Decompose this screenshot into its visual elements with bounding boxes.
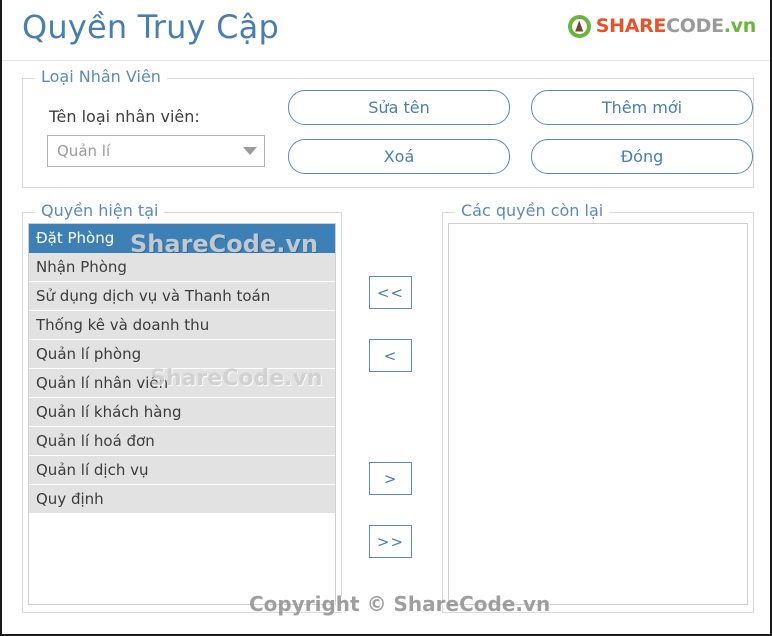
employee-type-combobox[interactable]: Quản lí — [47, 135, 265, 167]
move-all-right-button[interactable]: >> — [369, 525, 412, 558]
employee-type-value: Quản lí — [57, 142, 111, 160]
add-new-button[interactable]: Thêm mới — [531, 90, 753, 125]
edit-name-button[interactable]: Sửa tên — [288, 90, 510, 125]
list-item[interactable]: Quản lí khách hàng — [29, 398, 335, 427]
current-permissions-legend: Quyền hiện tại — [35, 201, 165, 220]
list-item[interactable]: Đặt Phòng — [29, 224, 335, 253]
remaining-permissions-list[interactable] — [448, 223, 748, 605]
employee-type-label: Tên loại nhân viên: — [49, 107, 200, 126]
logo-share-text: SHARE — [595, 14, 667, 37]
page-title: Quyền Truy Cập — [22, 8, 280, 46]
logo-code-text: CODE — [666, 14, 724, 37]
current-permissions-list[interactable]: Đặt Phòng Nhận Phòng Sử dụng dịch vụ và Th… — [28, 223, 336, 605]
chevron-down-icon[interactable] — [236, 147, 264, 155]
header-bar: Quyền Truy Cập SHARECODE.vn — [2, 0, 770, 62]
list-item[interactable]: Quản lí nhân viên — [29, 369, 335, 398]
remaining-permissions-group: Các quyền còn lại — [442, 201, 754, 613]
list-item[interactable]: Sử dụng dịch vụ và Thanh toán — [29, 282, 335, 311]
move-one-left-button[interactable]: < — [369, 339, 412, 372]
close-button[interactable]: Đóng — [531, 139, 753, 174]
employee-type-group-legend: Loại Nhân Viên — [35, 67, 167, 86]
logo-wordmark: SHARECODE.vn — [595, 14, 757, 37]
application-window: Quyền Truy Cập SHARECODE.vn Loại Nhân Vi… — [0, 0, 772, 636]
list-item[interactable]: Nhận Phòng — [29, 253, 335, 282]
list-item[interactable]: Quản lí hoá đơn — [29, 427, 335, 456]
delete-button[interactable]: Xoá — [288, 139, 510, 174]
move-one-right-button[interactable]: > — [369, 462, 412, 495]
sharecode-leaf-icon — [567, 14, 591, 38]
remaining-permissions-legend: Các quyền còn lại — [455, 201, 610, 220]
move-all-left-button[interactable]: << — [369, 276, 412, 309]
employee-type-group: Loại Nhân Viên Tên loại nhân viên: Quản … — [22, 67, 754, 188]
sharecode-logo: SHARECODE.vn — [567, 11, 757, 41]
header-divider — [2, 60, 770, 61]
list-item[interactable]: Quy định — [29, 485, 335, 514]
logo-vn-text: .vn — [723, 14, 757, 37]
current-permissions-group: Quyền hiện tại Đặt Phòng Nhận Phòng Sử dụn… — [22, 201, 342, 613]
list-item[interactable]: Thống kê và doanh thu — [29, 311, 335, 340]
list-item[interactable]: Quản lí phòng — [29, 340, 335, 369]
list-item[interactable]: Quản lí dịch vụ — [29, 456, 335, 485]
